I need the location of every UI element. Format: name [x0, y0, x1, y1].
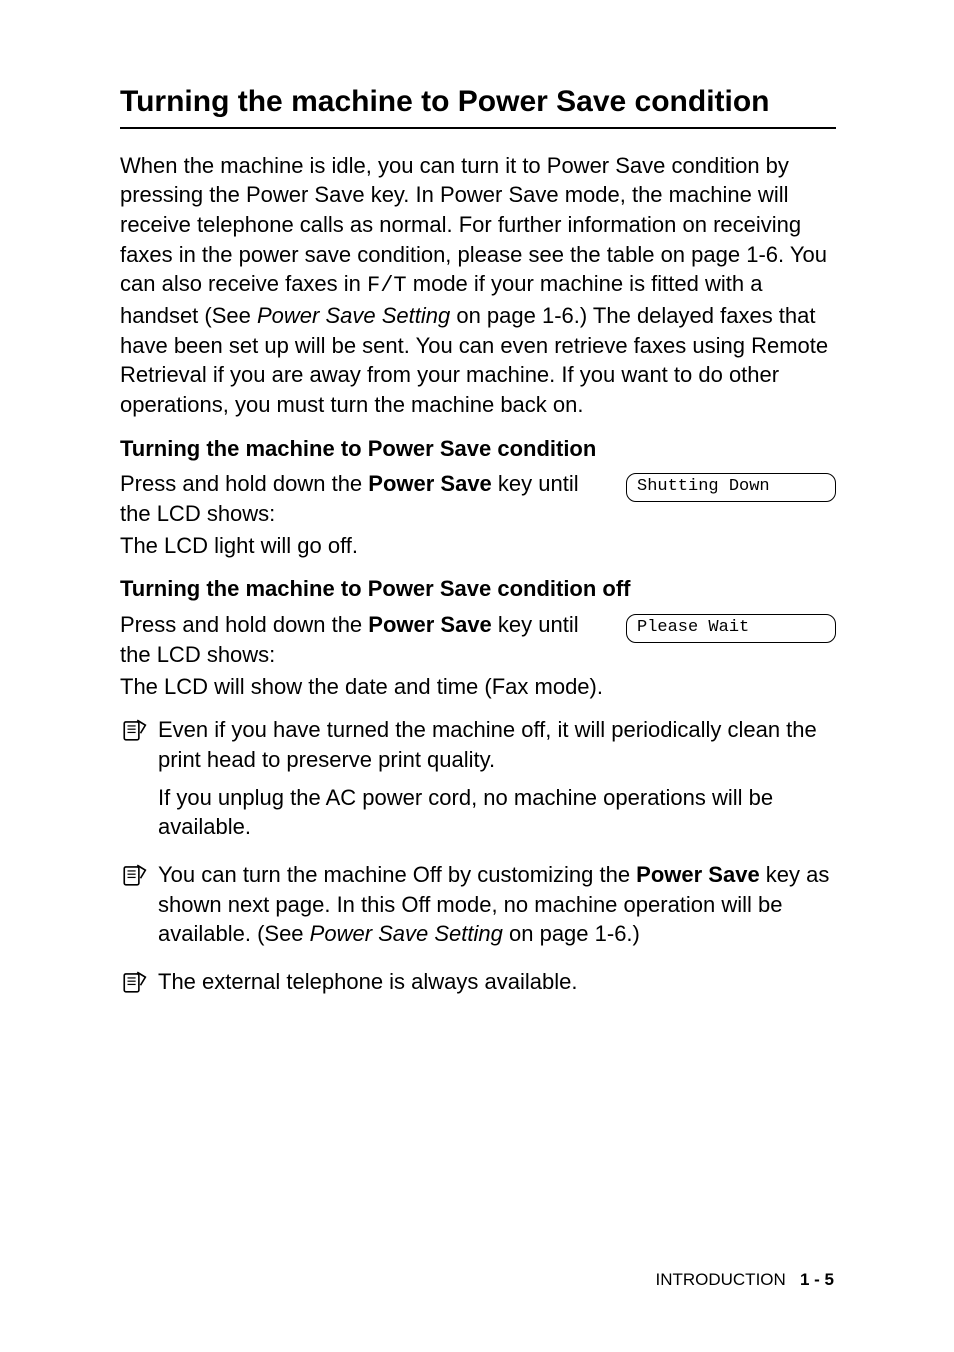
- footer-section: INTRODUCTION: [655, 1270, 785, 1289]
- note-icon: [120, 967, 148, 1005]
- on-instr-pre: Press and hold down the: [120, 471, 368, 496]
- intro-paragraph: When the machine is idle, you can turn i…: [120, 151, 836, 420]
- note-icon: [120, 860, 148, 957]
- note-icon: [120, 715, 148, 850]
- page-title: Turning the machine to Power Save condit…: [120, 82, 836, 129]
- intro-code: F/T: [367, 273, 407, 298]
- section-on-row: Press and hold down the Power Save key u…: [120, 469, 836, 528]
- lcd-shutting-down: Shutting Down: [626, 473, 836, 502]
- note-2-ref: Power Save Setting: [310, 921, 503, 946]
- intro-ref: Power Save Setting: [257, 303, 450, 328]
- on-instr-key: Power Save: [368, 471, 492, 496]
- note-1-p1: Even if you have turned the machine off,…: [158, 715, 836, 774]
- section-off-instruction: Press and hold down the Power Save key u…: [120, 610, 608, 669]
- note-1: Even if you have turned the machine off,…: [120, 715, 836, 850]
- note-2-text: You can turn the machine Off by customiz…: [158, 860, 836, 949]
- section-off-title: Turning the machine to Power Save condit…: [120, 574, 836, 604]
- section-on-after: The LCD light will go off.: [120, 531, 836, 561]
- note-3-text: The external telephone is always availab…: [158, 967, 836, 997]
- section-on-instruction: Press and hold down the Power Save key u…: [120, 469, 608, 528]
- note-2-post: on page 1-6.): [503, 921, 640, 946]
- page-footer: INTRODUCTION 1 - 5: [655, 1269, 834, 1292]
- lcd-please-wait: Please Wait: [626, 614, 836, 643]
- section-off-row: Press and hold down the Power Save key u…: [120, 610, 836, 669]
- note-2-key: Power Save: [636, 862, 760, 887]
- section-on-title: Turning the machine to Power Save condit…: [120, 434, 836, 464]
- footer-page: 1 - 5: [800, 1270, 834, 1289]
- note-3: The external telephone is always availab…: [120, 967, 836, 1005]
- note-2: You can turn the machine Off by customiz…: [120, 860, 836, 957]
- section-off-after: The LCD will show the date and time (Fax…: [120, 672, 836, 702]
- note-1-p2: If you unplug the AC power cord, no mach…: [158, 783, 836, 842]
- off-instr-key: Power Save: [368, 612, 492, 637]
- off-instr-pre: Press and hold down the: [120, 612, 368, 637]
- note-2-pre: You can turn the machine Off by customiz…: [158, 862, 636, 887]
